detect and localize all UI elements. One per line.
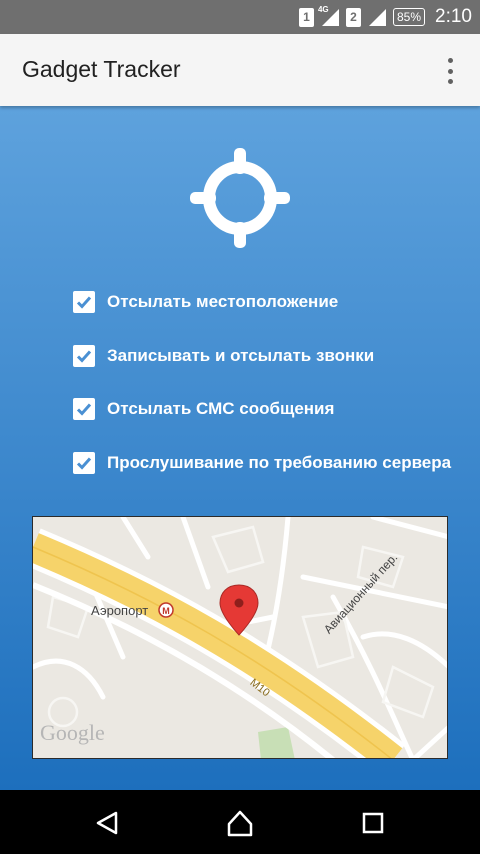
back-triangle-icon[interactable] — [92, 808, 122, 838]
checkbox-listen-on-demand[interactable] — [73, 451, 95, 474]
crosshair-icon — [190, 148, 290, 248]
recents-square-icon[interactable] — [358, 808, 388, 838]
option-label: Прослушивание по требованию сервера — [107, 452, 452, 472]
overflow-dot — [447, 58, 453, 63]
checkmark-icon — [76, 350, 92, 363]
signal-icon: 4G — [317, 5, 340, 27]
map-station-label: Аэропорт — [91, 603, 149, 618]
checkmark-icon — [76, 457, 92, 470]
option-listen-on-demand[interactable]: Прослушивание по требованию сервера — [73, 450, 451, 476]
overflow-dot — [447, 79, 453, 84]
sim1-badge: 1 — [298, 7, 314, 27]
checkbox-send-location[interactable] — [73, 291, 95, 313]
battery-indicator: 85% — [392, 8, 426, 26]
checkbox-record-calls[interactable] — [73, 344, 95, 367]
option-send-location[interactable]: Отсылать местоположение — [73, 289, 451, 315]
status-clock: 2:10 — [435, 6, 472, 27]
checkbox-send-sms[interactable] — [73, 398, 95, 420]
more-vert-icon[interactable] — [440, 58, 460, 84]
nav-bar — [0, 790, 480, 854]
option-label: Записывать и отсылать звонки — [107, 345, 375, 365]
option-label: Отсылать местоположение — [107, 292, 339, 311]
network-type-label: 4G — [317, 5, 329, 14]
options-list: Отсылать местоположение Записывать и отс… — [73, 289, 451, 503]
option-send-sms[interactable]: Отсылать СМС сообщения — [73, 396, 451, 422]
app-title: Gadget Tracker — [22, 56, 181, 82]
checkmark-icon — [76, 296, 92, 309]
signal-icon-2 — [367, 7, 387, 27]
option-record-calls[interactable]: Записывать и отсылать звонки — [73, 343, 451, 369]
sim2-badge: 2 — [345, 7, 361, 27]
status-bar: 1 4G 2 85% 2:10 — [0, 0, 480, 34]
checkmark-icon — [76, 403, 92, 416]
phone-screen: 1 4G 2 85% 2:10 Gadget Tracker Отсылать … — [0, 0, 480, 854]
svg-text:M: M — [162, 606, 170, 616]
location-map[interactable]: M Аэропорт Авиационный пер. М10 Google — [32, 516, 448, 759]
google-logo: Google — [40, 720, 105, 745]
app-bar: Gadget Tracker — [0, 34, 480, 106]
option-label: Отсылать СМС сообщения — [107, 399, 335, 418]
home-icon[interactable] — [225, 808, 255, 838]
overflow-dot — [447, 68, 453, 74]
main-content: Отсылать местоположение Записывать и отс… — [0, 106, 480, 790]
